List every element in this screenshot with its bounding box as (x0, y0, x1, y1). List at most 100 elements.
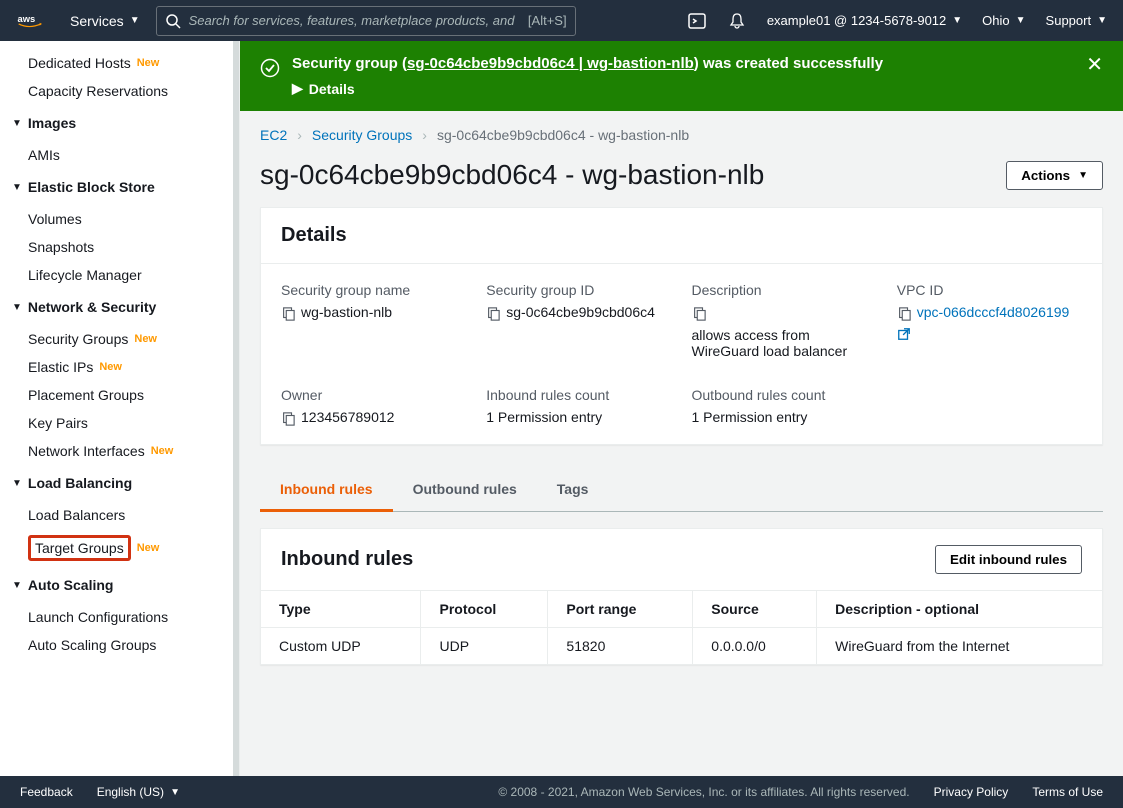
success-icon (260, 58, 280, 78)
footer: Feedback English (US) ▼ © 2008 - 2021, A… (0, 776, 1123, 808)
chevron-down-icon: ▼ (12, 478, 22, 489)
details-panel: Details Security group name wg-bastion-n… (260, 207, 1103, 445)
svg-text:aws: aws (18, 14, 36, 24)
col-source[interactable]: Source (693, 591, 817, 628)
field-security-group-name: Security group name wg-bastion-nlb (281, 282, 466, 359)
region-menu[interactable]: Ohio ▼ (982, 13, 1025, 28)
services-menu[interactable]: Services ▼ (70, 13, 140, 29)
search-icon (165, 13, 181, 29)
privacy-policy-link[interactable]: Privacy Policy (934, 785, 1009, 799)
copy-icon[interactable] (281, 412, 295, 426)
sidebar-section-auto-scaling[interactable]: ▼Auto Scaling (0, 567, 239, 603)
cloudshell-icon[interactable] (687, 11, 707, 31)
sidebar-section-images[interactable]: ▼Images (0, 105, 239, 141)
sidebar-item-label: Placement Groups (28, 387, 144, 403)
sidebar-item-volumes[interactable]: Volumes (0, 205, 239, 233)
tab-tags[interactable]: Tags (537, 469, 609, 512)
inbound-rules-panel: Inbound rules Edit inbound rules Type Pr… (260, 528, 1103, 665)
inbound-rules-heading: Inbound rules (281, 548, 413, 571)
new-badge: New (137, 542, 160, 554)
sidebar-item-label: Volumes (28, 211, 82, 227)
vpc-link[interactable]: vpc-066dcccf4d8026199 (917, 304, 1070, 320)
support-menu[interactable]: Support ▼ (1046, 13, 1107, 28)
sidebar-section-network-security[interactable]: ▼Network & Security (0, 289, 239, 325)
terms-of-use-link[interactable]: Terms of Use (1032, 785, 1103, 799)
account-menu[interactable]: example01 @ 1234-5678-9012 ▼ (767, 13, 962, 28)
new-badge: New (151, 445, 174, 457)
sidebar-item-capacity-reservations[interactable]: Capacity Reservations (0, 77, 239, 105)
copy-icon[interactable] (897, 307, 911, 321)
sidebar-item-launch-configurations[interactable]: Launch Configurations (0, 603, 239, 631)
col-protocol[interactable]: Protocol (421, 591, 548, 628)
language-selector[interactable]: English (US) ▼ (97, 785, 180, 799)
notifications-icon[interactable] (727, 11, 747, 31)
sidebar-section-load-balancing[interactable]: ▼Load Balancing (0, 465, 239, 501)
breadcrumb-ec2[interactable]: EC2 (260, 127, 287, 143)
new-badge: New (137, 57, 160, 69)
edit-inbound-rules-button[interactable]: Edit inbound rules (935, 545, 1082, 574)
field-outbound-rules-count: Outbound rules count 1 Permission entry (692, 387, 877, 426)
cell-source: 0.0.0.0/0 (693, 628, 817, 665)
sidebar-item-target-groups[interactable]: Target Groups New (0, 529, 239, 567)
chevron-right-icon: › (422, 127, 427, 143)
page-title: sg-0c64cbe9b9cbd06c4 - wg-bastion-nlb (260, 159, 764, 191)
feedback-link[interactable]: Feedback (20, 785, 73, 799)
sidebar-item-label: Auto Scaling Groups (28, 637, 156, 653)
close-icon[interactable]: ✕ (1086, 55, 1103, 75)
cell-port: 51820 (548, 628, 693, 665)
chevron-down-icon: ▼ (12, 302, 22, 313)
sidebar-item-auto-scaling-groups[interactable]: Auto Scaling Groups (0, 631, 239, 659)
col-description[interactable]: Description - optional (817, 591, 1102, 628)
sidebar-item-security-groups[interactable]: Security GroupsNew (0, 325, 239, 353)
sidebar: Dedicated Hosts New Capacity Reservation… (0, 41, 240, 776)
caret-down-icon: ▼ (1078, 170, 1088, 181)
sidebar-section-ebs[interactable]: ▼Elastic Block Store (0, 169, 239, 205)
region-label: Ohio (982, 13, 1009, 28)
sidebar-item-label: Network Interfaces (28, 443, 145, 459)
search-input[interactable] (189, 13, 520, 28)
tab-outbound-rules[interactable]: Outbound rules (393, 469, 537, 512)
annotation-highlight: Target Groups (28, 535, 131, 561)
table-row: Custom UDP UDP 51820 0.0.0.0/0 WireGuard… (261, 628, 1102, 665)
flash-details-toggle[interactable]: ▶ Details (292, 80, 1074, 97)
caret-down-icon: ▼ (952, 15, 962, 26)
sidebar-item-snapshots[interactable]: Snapshots (0, 233, 239, 261)
tab-inbound-rules[interactable]: Inbound rules (260, 469, 393, 512)
services-label: Services (70, 13, 124, 29)
sidebar-item-label: AMIs (28, 147, 60, 163)
sidebar-item-label: Capacity Reservations (28, 83, 168, 99)
new-badge: New (99, 361, 122, 373)
flash-resource-link[interactable]: sg-0c64cbe9b9cbd06c4 | wg-bastion-nlb (407, 55, 694, 72)
search-box[interactable]: [Alt+S] (156, 6, 576, 36)
sidebar-item-label: Dedicated Hosts (28, 55, 131, 71)
aws-logo[interactable]: aws (16, 14, 54, 28)
chevron-right-icon: › (297, 127, 302, 143)
caret-right-icon: ▶ (292, 80, 303, 97)
external-link-icon (897, 327, 911, 341)
sidebar-item-amis[interactable]: AMIs (0, 141, 239, 169)
field-inbound-rules-count: Inbound rules count 1 Permission entry (486, 387, 671, 426)
sidebar-item-label: Elastic IPs (28, 359, 93, 375)
breadcrumb-security-groups[interactable]: Security Groups (312, 127, 412, 143)
inbound-rules-table: Type Protocol Port range Source Descript… (261, 591, 1102, 664)
copy-icon[interactable] (692, 307, 706, 321)
sidebar-item-load-balancers[interactable]: Load Balancers (0, 501, 239, 529)
caret-down-icon: ▼ (170, 787, 180, 798)
sidebar-item-lifecycle-manager[interactable]: Lifecycle Manager (0, 261, 239, 289)
col-port-range[interactable]: Port range (548, 591, 693, 628)
top-nav: aws Services ▼ [Alt+S] example01 @ 1234-… (0, 0, 1123, 41)
sidebar-item-key-pairs[interactable]: Key Pairs (0, 409, 239, 437)
field-security-group-id: Security group ID sg-0c64cbe9b9cbd06c4 (486, 282, 671, 359)
col-type[interactable]: Type (261, 591, 421, 628)
actions-button[interactable]: Actions ▼ (1006, 161, 1103, 190)
copy-icon[interactable] (486, 307, 500, 321)
sidebar-item-network-interfaces[interactable]: Network Interfaces New (0, 437, 239, 465)
field-vpc-id: VPC ID vpc-066dcccf4d8026199 (897, 282, 1082, 359)
sidebar-item-dedicated-hosts[interactable]: Dedicated Hosts New (0, 49, 239, 77)
sidebar-item-placement-groups[interactable]: Placement Groups (0, 381, 239, 409)
content-area: Security group (sg-0c64cbe9b9cbd06c4 | w… (240, 41, 1123, 776)
copyright-text: © 2008 - 2021, Amazon Web Services, Inc.… (498, 785, 909, 799)
sidebar-item-label: Key Pairs (28, 415, 88, 431)
sidebar-item-elastic-ips[interactable]: Elastic IPs New (0, 353, 239, 381)
copy-icon[interactable] (281, 307, 295, 321)
